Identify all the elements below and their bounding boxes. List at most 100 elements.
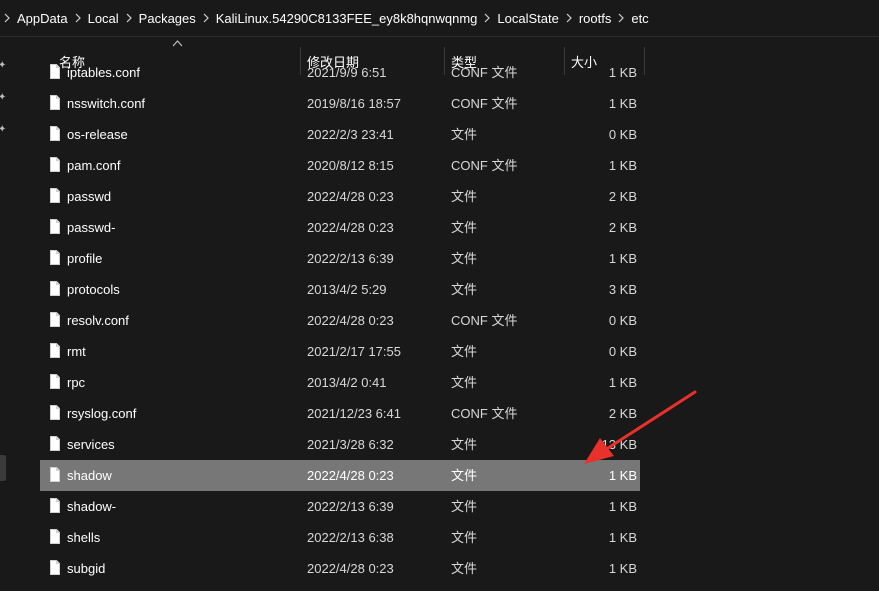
file-name: passwd-	[67, 220, 116, 235]
file-row[interactable]: pam.conf 2020/8/12 8:15 CONF 文件 1 KB	[40, 150, 640, 181]
file-row[interactable]: os-release 2022/2/3 23:41 文件 0 KB	[40, 119, 640, 150]
file-size: 13 KB	[601, 437, 637, 452]
file-icon	[50, 498, 60, 513]
file-modified: 2020/8/12 8:15	[307, 158, 394, 173]
navigation-scrollbar[interactable]	[0, 455, 6, 481]
breadcrumb-item[interactable]: Local	[85, 11, 122, 26]
file-type: CONF 文件	[451, 313, 518, 328]
file-name: shells	[67, 530, 101, 545]
file-icon	[50, 188, 60, 203]
file-type: 文件	[451, 251, 478, 266]
file-list[interactable]: iptables.conf 2021/9/9 6:51 CONF 文件 1 KB nss…	[40, 63, 645, 591]
file-modified: 2021/2/17 17:55	[307, 344, 401, 359]
file-type: 文件	[451, 344, 478, 359]
file-name: nsswitch.conf	[67, 96, 146, 111]
file-row[interactable]: profile 2022/2/13 6:39 文件 1 KB	[40, 243, 640, 274]
file-type: 文件	[451, 437, 478, 452]
file-modified: 2022/2/13 6:38	[307, 530, 394, 545]
breadcrumb: AppData Local Packages KaliLinux.54290C8133…	[0, 0, 652, 36]
file-icon	[50, 250, 60, 265]
navigation-pane[interactable]: ✦ ✦ ✦	[0, 37, 28, 591]
file-name: subgid	[67, 561, 106, 576]
file-icon	[50, 529, 60, 544]
file-size: 1 KB	[608, 499, 637, 514]
file-modified: 2019/8/16 18:57	[307, 96, 401, 111]
file-row[interactable]: protocols 2013/4/2 5:29 文件 3 KB	[40, 274, 640, 305]
file-type: 文件	[451, 282, 478, 297]
file-name: protocols	[67, 282, 120, 297]
file-size: 0 KB	[608, 344, 637, 359]
file-row[interactable]: shadow- 2022/2/13 6:39 文件 1 KB	[40, 491, 640, 522]
file-type: CONF 文件	[451, 158, 518, 173]
file-icon	[50, 64, 60, 79]
file-icon	[50, 560, 60, 575]
file-row[interactable]: subgid 2022/4/28 0:23 文件 1 KB	[40, 553, 640, 584]
file-size: 2 KB	[608, 220, 637, 235]
file-type: CONF 文件	[451, 96, 518, 111]
file-icon	[50, 95, 60, 110]
chevron-right-icon[interactable]	[0, 11, 14, 26]
breadcrumb-item[interactable]: KaliLinux.54290C8133FEE_ey8k8hqnwqnmg	[213, 11, 481, 26]
file-size: 0 KB	[608, 313, 637, 328]
file-size: 1 KB	[608, 468, 637, 483]
file-size: 0 KB	[608, 127, 637, 142]
breadcrumb-item[interactable]: etc	[628, 11, 651, 26]
file-row[interactable]: resolv.conf 2022/4/28 0:23 CONF 文件 0 KB	[40, 305, 640, 336]
breadcrumb-item[interactable]: LocalState	[494, 11, 561, 26]
file-size: 1 KB	[608, 561, 637, 576]
file-size: 1 KB	[608, 530, 637, 545]
file-row[interactable]: nsswitch.conf 2019/8/16 18:57 CONF 文件 1 KB	[40, 88, 640, 119]
file-icon	[50, 157, 60, 172]
file-name: os-release	[67, 127, 128, 142]
breadcrumb-item[interactable]: AppData	[14, 11, 71, 26]
file-modified: 2022/4/28 0:23	[307, 313, 394, 328]
file-size: 1 KB	[608, 375, 637, 390]
chevron-right-icon[interactable]	[71, 11, 85, 26]
file-size: 1 KB	[608, 96, 637, 111]
file-modified: 2021/3/28 6:32	[307, 437, 394, 452]
file-type: 文件	[451, 375, 478, 390]
file-row[interactable]: rsyslog.conf 2021/12/23 6:41 CONF 文件 2 KB	[40, 398, 640, 429]
chevron-right-icon[interactable]	[199, 11, 213, 26]
file-type: CONF 文件	[451, 65, 518, 80]
file-size: 2 KB	[608, 406, 637, 421]
file-name: passwd	[67, 189, 112, 204]
file-row[interactable]: rpc 2013/4/2 0:41 文件 1 KB	[40, 367, 640, 398]
file-icon	[50, 312, 60, 327]
file-row[interactable]: shells 2022/2/13 6:38 文件 1 KB	[40, 522, 640, 553]
file-type: 文件	[451, 468, 478, 483]
file-modified: 2022/2/13 6:39	[307, 251, 394, 266]
file-modified: 2022/4/28 0:23	[307, 468, 394, 483]
breadcrumb-item[interactable]: rootfs	[576, 11, 615, 26]
file-row[interactable]: passwd 2022/4/28 0:23 文件 2 KB	[40, 181, 640, 212]
file-modified: 2022/4/28 0:23	[307, 220, 394, 235]
pin-icon: ✦	[0, 124, 7, 135]
file-row[interactable]: iptables.conf 2021/9/9 6:51 CONF 文件 1 KB	[40, 63, 640, 88]
chevron-right-icon[interactable]	[614, 11, 628, 26]
file-name: services	[67, 437, 115, 452]
sort-up-icon	[172, 40, 183, 50]
breadcrumb-item[interactable]: Packages	[136, 11, 199, 26]
chevron-right-icon[interactable]	[480, 11, 494, 26]
file-name: rmt	[67, 344, 86, 359]
file-name: iptables.conf	[67, 65, 140, 80]
chevron-right-icon[interactable]	[122, 11, 136, 26]
file-row[interactable]: rmt 2021/2/17 17:55 文件 0 KB	[40, 336, 640, 367]
file-name: pam.conf	[67, 158, 121, 173]
file-size: 3 KB	[608, 282, 637, 297]
file-row-selected[interactable]: shadow 2022/4/28 0:23 文件 1 KB	[40, 460, 640, 491]
file-name: profile	[67, 251, 103, 266]
file-icon	[50, 219, 60, 234]
address-bar[interactable]: AppData Local Packages KaliLinux.54290C8133…	[0, 0, 879, 37]
file-row[interactable]: services 2021/3/28 6:32 文件 13 KB	[40, 429, 640, 460]
file-type: 文件	[451, 530, 478, 545]
file-modified: 2021/12/23 6:41	[307, 406, 401, 421]
file-icon	[50, 405, 60, 420]
file-row[interactable]: passwd- 2022/4/28 0:23 文件 2 KB	[40, 212, 640, 243]
file-icon	[50, 126, 60, 141]
file-modified: 2022/2/13 6:39	[307, 499, 394, 514]
file-size: 1 KB	[608, 65, 637, 80]
file-size: 2 KB	[608, 189, 637, 204]
chevron-right-icon[interactable]	[562, 11, 576, 26]
file-modified: 2013/4/2 5:29	[307, 282, 387, 297]
